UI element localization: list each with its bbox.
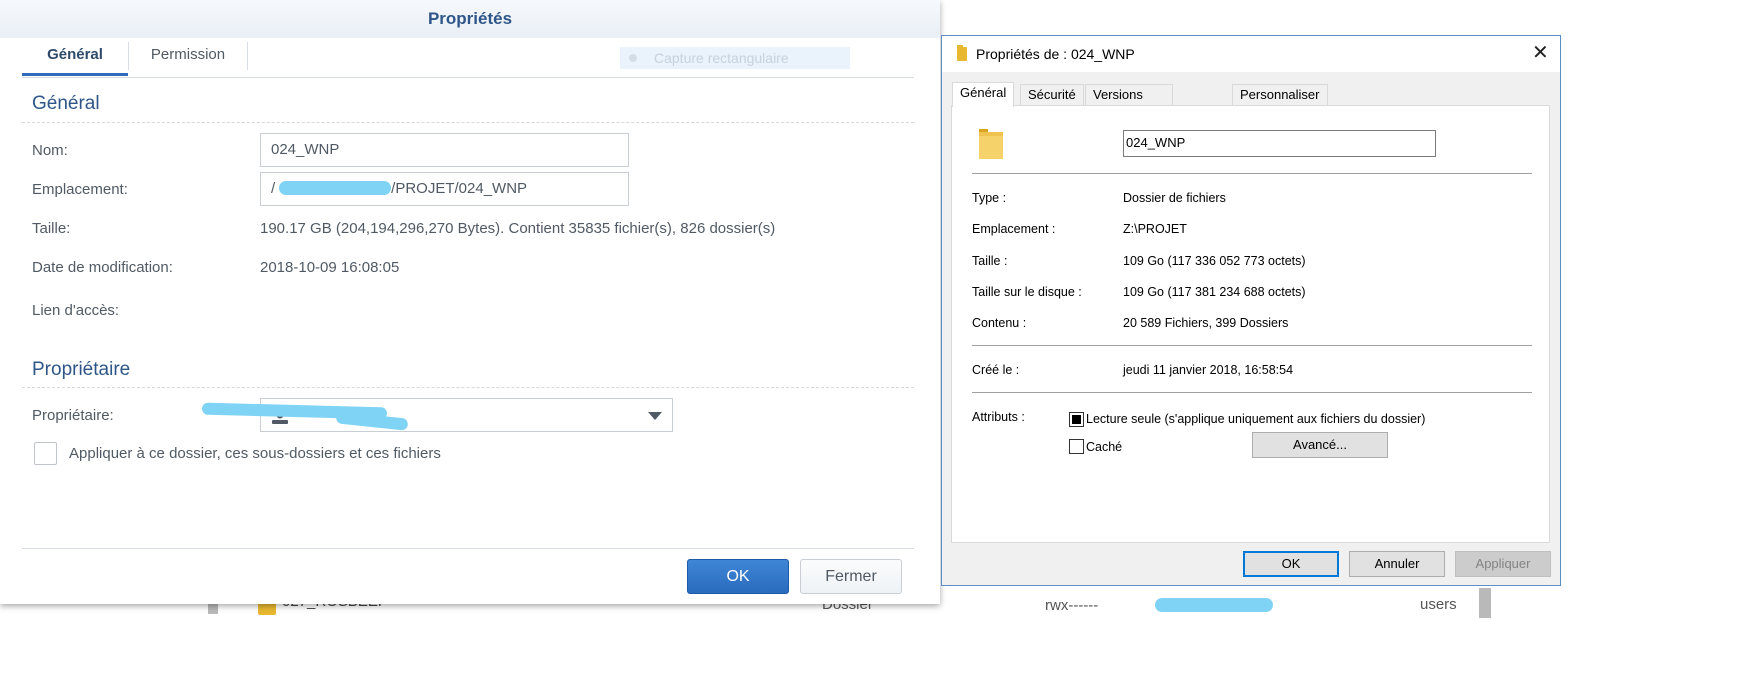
radio-icon [629, 54, 637, 62]
window-title: Propriétés de : 024_WNP [976, 46, 1135, 62]
close-button[interactable]: Fermer [800, 559, 902, 594]
modified-date-label: Date de modification: [32, 259, 173, 276]
folder-icon [979, 129, 1003, 159]
redaction-mark [1155, 598, 1273, 612]
name-field[interactable]: 024_WNP [260, 133, 629, 167]
read-only-checkbox[interactable] [1069, 412, 1084, 427]
cancel-button[interactable]: Annuler [1349, 551, 1445, 577]
location-value: Z:\PROJET [1123, 222, 1187, 236]
size-label: Taille: [32, 220, 71, 237]
close-icon[interactable]: ✕ [1532, 42, 1549, 64]
row-permission: rwx------ [1045, 597, 1099, 614]
advanced-button[interactable]: Avancé... [1252, 432, 1388, 458]
access-link-label: Lien d'accès: [32, 302, 120, 319]
synology-properties-dialog: Propriétés Général Permission Capture re… [0, 0, 940, 604]
size-value: 109 Go (117 336 052 773 octets) [1123, 254, 1306, 268]
tab-general[interactable]: Général [952, 82, 1015, 107]
size-value: 190.17 GB (204,194,296,270 Bytes). Conti… [260, 220, 776, 237]
location-prefix: / [271, 180, 276, 197]
section-divider [22, 387, 914, 388]
ok-button[interactable]: OK [687, 559, 789, 594]
ok-button[interactable]: OK [1243, 551, 1339, 577]
apply-recursive-label[interactable]: Appliquer à ce dossier, ces sous-dossier… [69, 445, 441, 462]
tab-separator [247, 42, 248, 70]
tab-customize[interactable]: Personnaliser [1232, 84, 1328, 106]
apply-recursive-checkbox[interactable] [34, 442, 57, 465]
type-value: Dossier de fichiers [1123, 191, 1226, 205]
capture-overlay: Capture rectangulaire [620, 47, 850, 69]
created-value: jeudi 11 janvier 2018, 16:58:54 [1123, 363, 1294, 377]
hidden-label[interactable]: Caché [1086, 440, 1122, 454]
hidden-checkbox[interactable] [1069, 439, 1084, 454]
type-label: Type : [972, 191, 1007, 205]
tab-security[interactable]: Sécurité [1020, 84, 1084, 106]
section-divider [22, 122, 914, 123]
size-label: Taille : [972, 254, 1008, 268]
general-panel: 024_WNP Type : Dossier de fichiers Empla… [951, 105, 1550, 543]
capture-label: Capture rectangulaire [654, 50, 789, 66]
section-owner-title: Propriétaire [32, 359, 131, 380]
dialog-title: Propriétés [0, 0, 940, 38]
footer-divider [22, 548, 914, 549]
title-bar[interactable]: Propriétés de : 024_WNP ✕ [942, 36, 1560, 72]
tab-general[interactable]: Général [22, 38, 128, 76]
windows-properties-dialog: Propriétés de : 024_WNP ✕ Général Sécuri… [941, 35, 1561, 586]
folder-icon [957, 45, 967, 61]
divider [972, 392, 1532, 393]
location-label: Emplacement : [972, 222, 1056, 236]
size-on-disk-value: 109 Go (117 381 234 688 octets) [1123, 285, 1306, 299]
folder-name-field[interactable]: 024_WNP [1123, 130, 1436, 157]
attributes-label: Attributs : [972, 410, 1025, 424]
apply-button[interactable]: Appliquer [1455, 551, 1551, 577]
location-label: Emplacement: [32, 181, 128, 198]
tab-previous-versions[interactable]: Versions précédentes [1085, 84, 1173, 122]
modified-date-value: 2018-10-09 16:08:05 [260, 259, 400, 276]
contents-value: 20 589 Fichiers, 399 Dossiers [1123, 316, 1289, 330]
created-label: Créé le : [972, 363, 1020, 377]
tab-permission[interactable]: Permission [129, 38, 247, 76]
divider [972, 345, 1532, 346]
name-label: Nom: [32, 142, 68, 159]
contents-label: Contenu : [972, 316, 1027, 330]
chevron-down-icon[interactable] [648, 412, 662, 420]
size-on-disk-label: Taille sur le disque : [972, 285, 1082, 299]
list-scrollbar-right[interactable] [1479, 588, 1491, 618]
redaction-mark [279, 181, 391, 195]
divider [972, 173, 1532, 174]
read-only-label[interactable]: Lecture seule (s'applique uniquement aux… [1086, 412, 1425, 426]
owner-label: Propriétaire: [32, 407, 114, 424]
section-general-title: Général [32, 93, 100, 114]
location-suffix: /PROJET/024_WNP [391, 180, 528, 197]
row-group: users [1420, 596, 1457, 613]
